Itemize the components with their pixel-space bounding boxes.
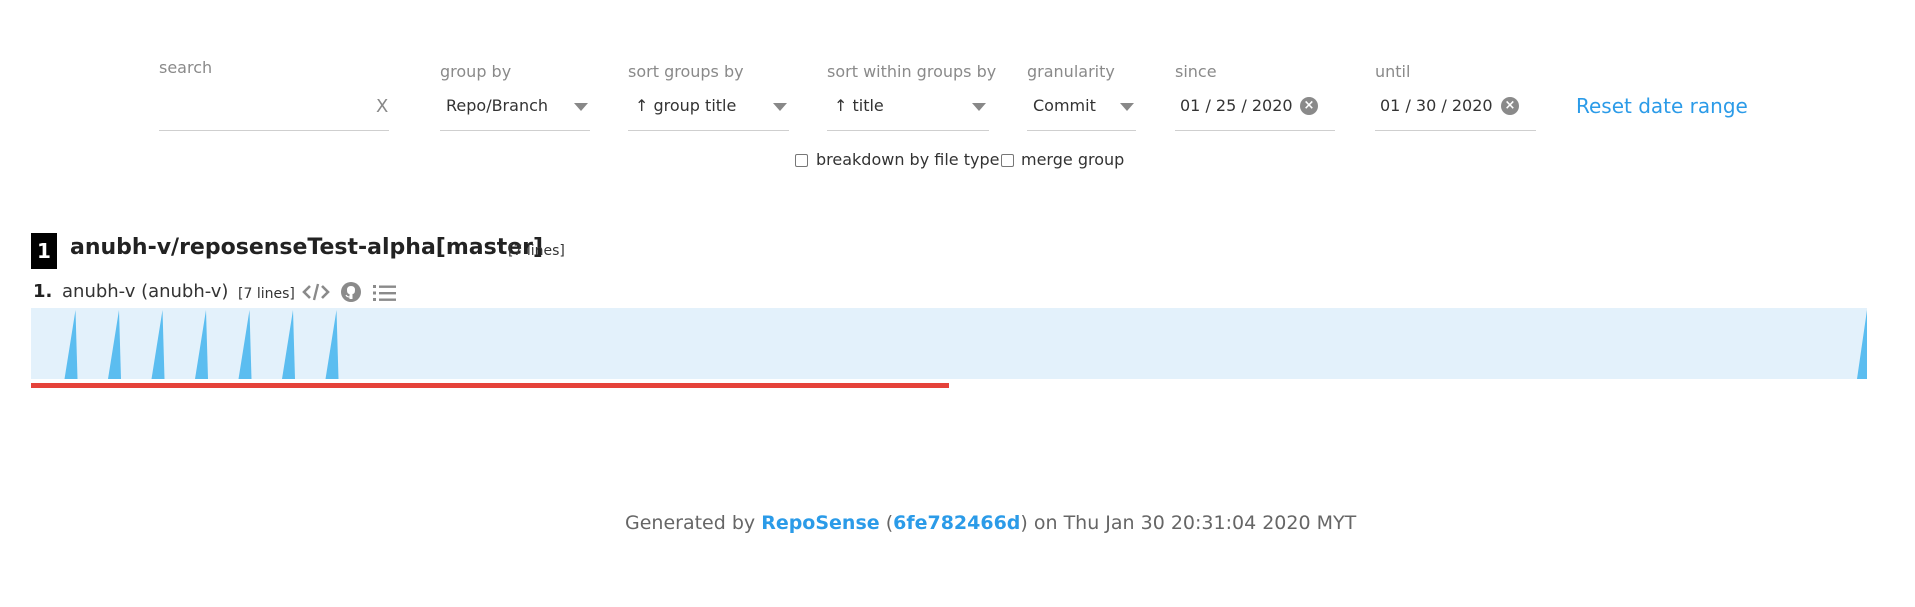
granularity-value: Commit <box>1033 96 1096 115</box>
chevron-down-icon <box>1120 103 1134 111</box>
group-by-value: Repo/Branch <box>446 96 549 115</box>
merge-group-label: merge group <box>1021 150 1125 169</box>
author-lines-count: [7 lines] <box>238 286 295 302</box>
chevron-down-icon <box>574 103 588 111</box>
commit-hash-link[interactable]: 6fe782466d <box>893 512 1020 534</box>
footer-date: ) on Thu Jan 30 20:31:04 2020 MYT <box>1020 512 1357 534</box>
group-rank-badge: 1 <box>31 233 57 269</box>
sort-groups-label: sort groups by <box>628 62 744 81</box>
clear-search-button[interactable]: X <box>376 96 388 117</box>
chevron-down-icon <box>972 103 986 111</box>
clear-until-icon[interactable]: × <box>1501 97 1519 115</box>
sort-within-value: ↑ title <box>834 96 884 115</box>
footer: Generated by RepoSense (6fe782466d) on T… <box>625 512 1356 534</box>
sort-within-label: sort within groups by <box>827 62 997 81</box>
ramp-background <box>31 308 1867 379</box>
search-input[interactable] <box>159 90 389 131</box>
code-icon[interactable] <box>302 281 330 303</box>
author-name[interactable]: anubh-v (anubh-v) <box>62 281 228 302</box>
contribution-bar <box>31 383 949 388</box>
reset-date-range-link[interactable]: Reset date range <box>1576 94 1748 118</box>
breakdown-label: breakdown by file type <box>816 150 1000 169</box>
group-by-label: group by <box>440 62 512 81</box>
chevron-down-icon <box>773 103 787 111</box>
footer-prefix: Generated by <box>625 512 762 534</box>
contribution-ramp-chart[interactable] <box>31 308 1871 390</box>
list-icon[interactable] <box>373 283 397 303</box>
merge-group-checkbox[interactable] <box>1001 154 1014 167</box>
sort-groups-value: ↑ group title <box>635 96 737 115</box>
clear-since-icon[interactable]: × <box>1300 97 1318 115</box>
since-label: since <box>1175 62 1217 81</box>
author-index: 1. <box>33 281 53 302</box>
breakdown-checkbox[interactable] <box>795 154 808 167</box>
group-lines-count: [7 lines] <box>508 243 565 259</box>
github-icon[interactable] <box>340 281 362 303</box>
until-label: until <box>1375 62 1411 81</box>
granularity-label: granularity <box>1027 62 1115 81</box>
since-date-value: 01 / 25 / 2020 <box>1180 96 1293 115</box>
reposense-link[interactable]: RepoSense <box>761 512 879 534</box>
search-label: search <box>159 58 213 77</box>
until-date-value: 01 / 30 / 2020 <box>1380 96 1493 115</box>
group-title[interactable]: anubh-v/reposenseTest-alpha[master] <box>70 235 543 260</box>
footer-open-paren: ( <box>879 512 894 534</box>
